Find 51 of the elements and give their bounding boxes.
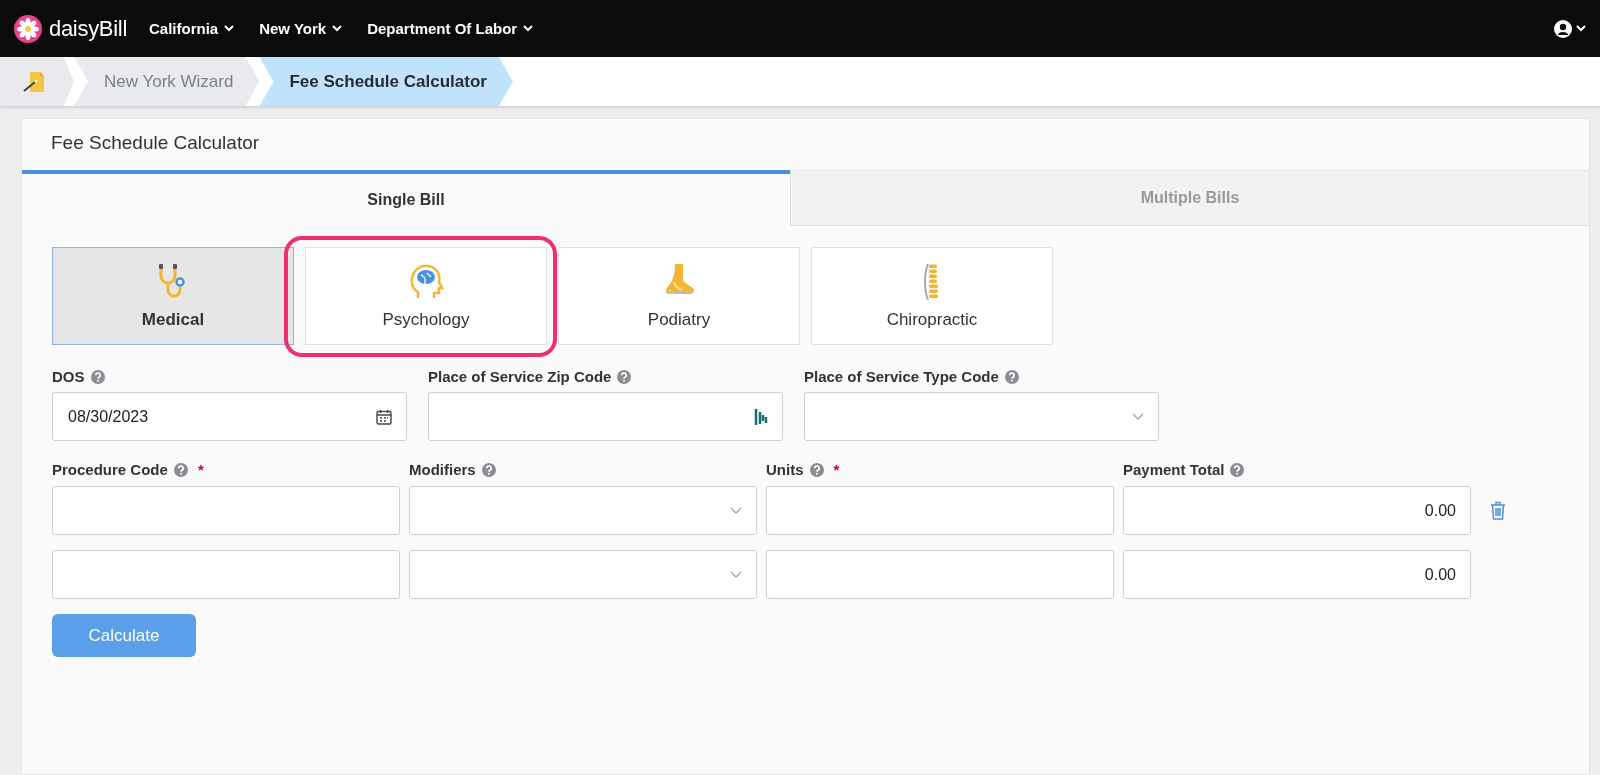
chevron-icon <box>224 25 235 32</box>
chevron-icon <box>730 506 742 515</box>
category-button[interactable]: Psychology <box>305 247 547 345</box>
calendar-icon <box>376 408 392 425</box>
input-field[interactable] <box>428 392 783 441</box>
select-field[interactable] <box>409 486 757 535</box>
breadcrumb-item[interactable]: Fee Schedule Calculator <box>259 57 513 106</box>
field-label: Modifiers <box>409 461 476 478</box>
required-mark: * <box>833 461 840 478</box>
chevron-icon <box>730 570 742 579</box>
field-label: Place of Service Zip Code <box>428 368 612 385</box>
user-icon <box>1554 19 1572 38</box>
app-logo-text[interactable]: daisyBill <box>49 15 127 42</box>
select-field[interactable] <box>804 392 1159 441</box>
field-label: Payment Total <box>1123 461 1225 478</box>
input-field[interactable] <box>766 550 1114 599</box>
chevron-icon <box>1132 412 1144 421</box>
help-icon[interactable] <box>90 369 105 384</box>
field-label: DOS <box>52 368 85 385</box>
help-icon[interactable] <box>617 369 632 384</box>
nav-menu[interactable]: Department Of Labor <box>367 20 534 37</box>
help-icon[interactable] <box>1004 369 1019 384</box>
delete-icon[interactable] <box>1490 501 1506 520</box>
nav-menu[interactable]: New York <box>259 20 343 37</box>
nav-menu[interactable]: California <box>149 20 235 37</box>
input-field[interactable] <box>52 486 400 535</box>
chevron-icon <box>523 25 534 32</box>
input-field[interactable]: 0.00 <box>1123 486 1471 535</box>
help-icon[interactable] <box>173 462 188 477</box>
required-mark: * <box>197 461 204 478</box>
category-button[interactable]: Podiatry <box>558 247 800 345</box>
category-button[interactable]: Medical <box>52 247 294 345</box>
input-field[interactable] <box>766 486 1114 535</box>
field-label: Procedure Code <box>52 461 168 478</box>
daisy-logo-icon <box>14 14 42 43</box>
help-icon[interactable] <box>1230 462 1245 477</box>
field-label: Place of Service Type Code <box>804 368 999 385</box>
category-button[interactable]: Chiropractic <box>811 247 1053 345</box>
lookup-icon <box>754 406 768 427</box>
input-field[interactable]: 0.00 <box>1123 550 1471 599</box>
chevron-icon <box>332 25 343 32</box>
help-icon[interactable] <box>809 462 824 477</box>
user-menu[interactable] <box>1554 19 1586 38</box>
home-crumb[interactable] <box>0 57 74 106</box>
select-field[interactable] <box>409 550 757 599</box>
field-label: Units <box>766 461 804 478</box>
help-icon[interactable] <box>481 462 496 477</box>
panel-title: Fee Schedule Calculator <box>50 131 261 155</box>
chevron-icon <box>1576 25 1586 32</box>
input-field[interactable] <box>52 550 400 599</box>
input-field[interactable]: 08/30/2023 <box>52 392 407 441</box>
